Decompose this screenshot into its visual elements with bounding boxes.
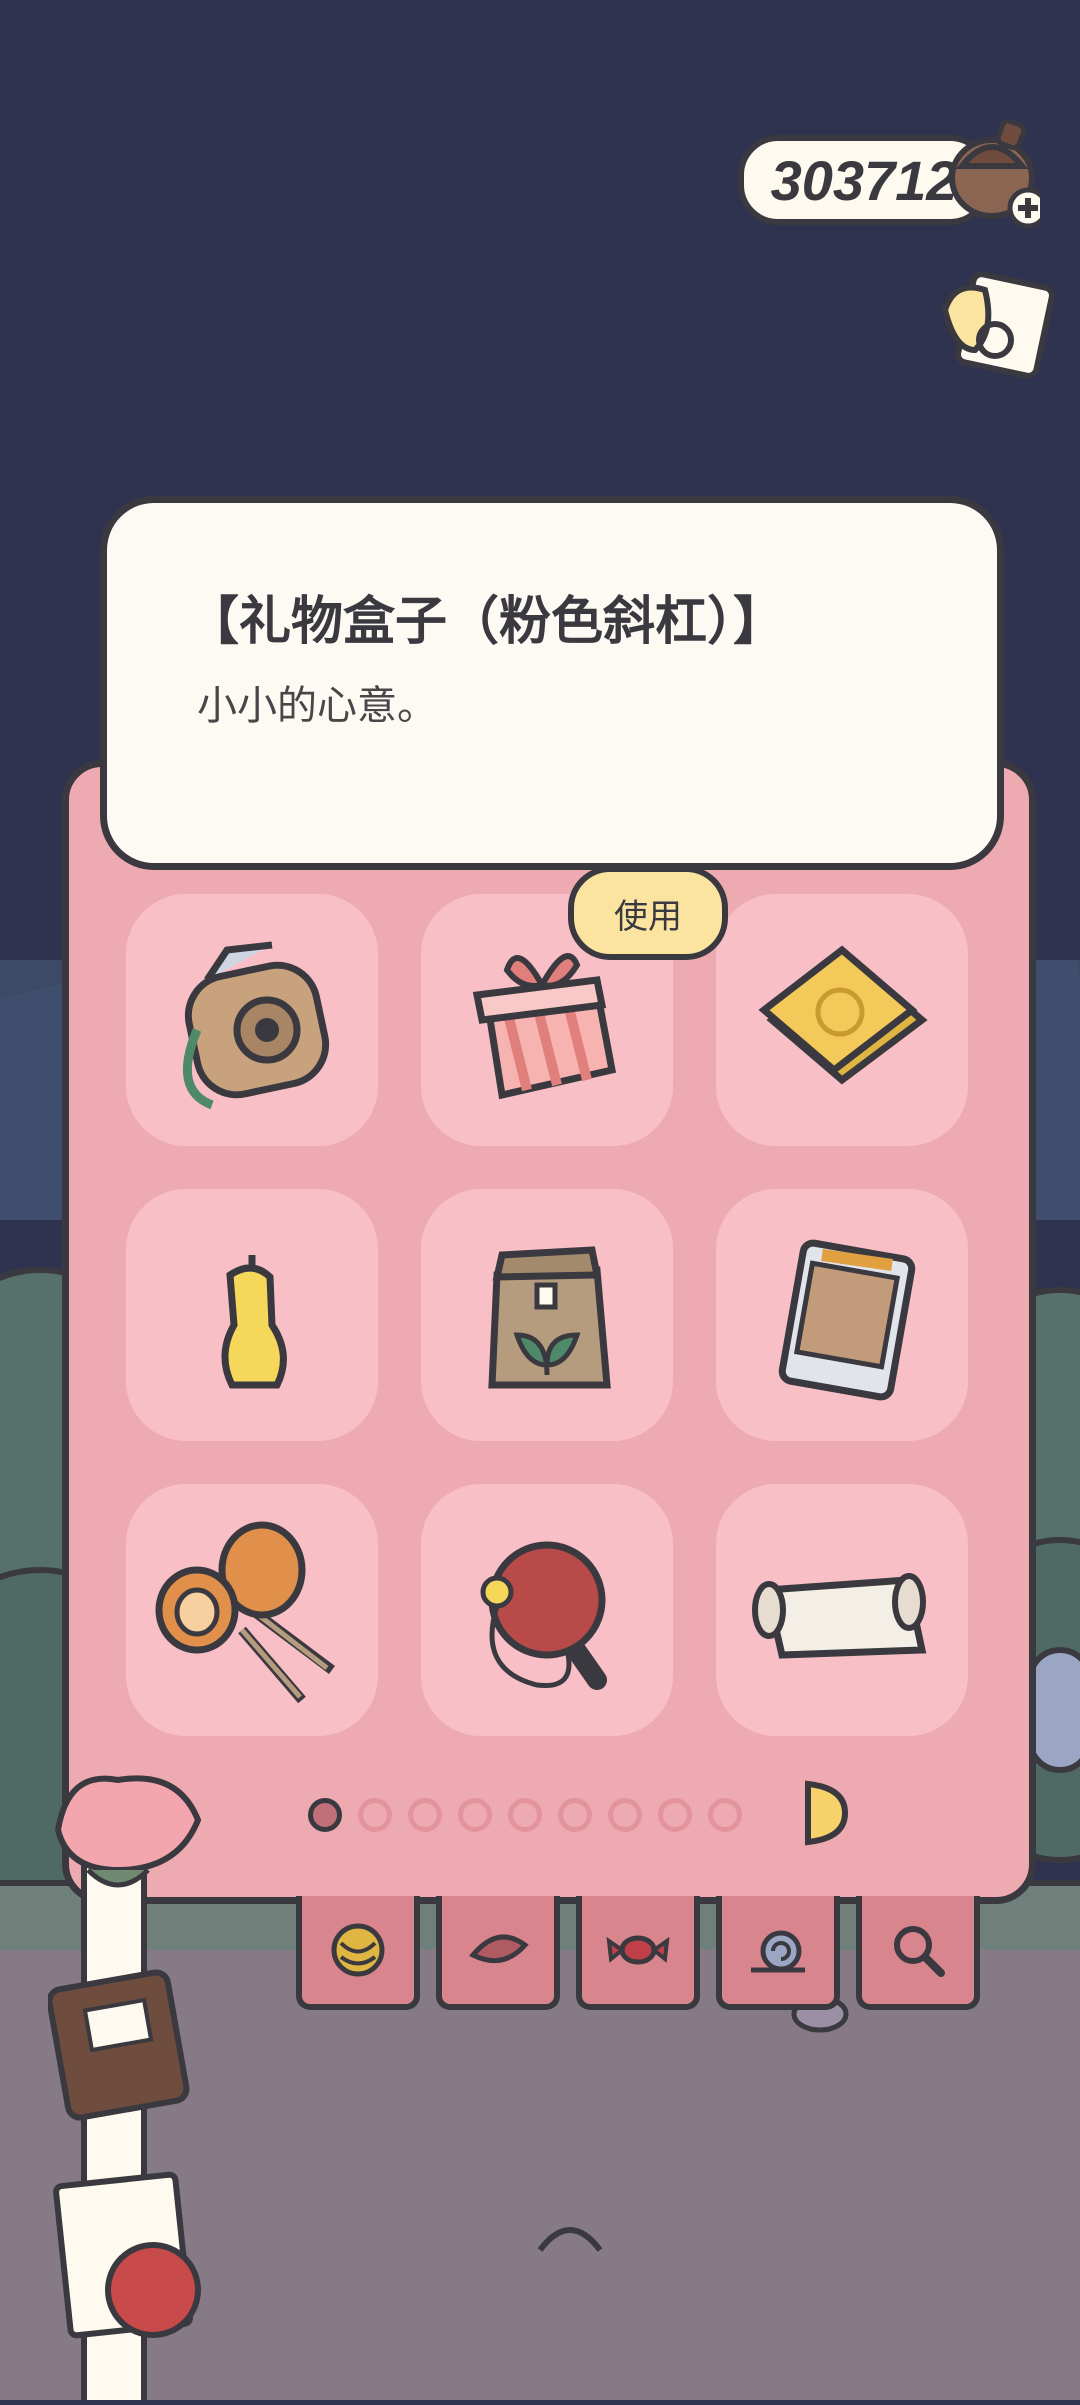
tab-yarn[interactable] [296, 1896, 420, 2010]
page-dot[interactable] [458, 1798, 492, 1832]
item-slot-camera[interactable] [126, 894, 378, 1146]
leaf-icon [469, 1934, 529, 1964]
magnifier-icon [894, 1926, 945, 1977]
yarn-icon [331, 1923, 385, 1977]
next-page-button[interactable] [800, 1778, 850, 1848]
page-dot[interactable] [508, 1798, 542, 1832]
maracas-icon [155, 1521, 335, 1704]
item-tooltip: 【礼物盒子（粉色斜杠）】 小小的心意。 [100, 496, 1004, 870]
tab-snail[interactable] [716, 1896, 840, 2010]
scroll-icon [752, 1573, 927, 1659]
item-title: 【礼物盒子（粉色斜杠）】 [187, 593, 786, 651]
flower-icon [54, 1775, 202, 1874]
tab-candy[interactable] [576, 1896, 700, 2010]
envelope-icon [758, 945, 928, 1085]
page-dot[interactable] [608, 1798, 642, 1832]
item-slot-paper-roll[interactable] [716, 1484, 968, 1736]
tab-magnifier[interactable] [856, 1896, 980, 2010]
page-dot[interactable] [408, 1798, 442, 1832]
photo-album-icon [778, 1239, 916, 1401]
paddle-icon [480, 1541, 607, 1690]
item-slot-candle[interactable] [126, 1189, 378, 1441]
candy-icon [606, 1935, 670, 1965]
item-slot-ping-pong[interactable] [421, 1484, 673, 1736]
page-dot[interactable] [558, 1798, 592, 1832]
page-indicator [308, 1790, 742, 1840]
snail-icon [751, 1930, 805, 1973]
use-item-button[interactable]: 使用 [568, 866, 728, 960]
page-dot[interactable] [708, 1798, 742, 1832]
item-slot-maracas[interactable] [126, 1484, 378, 1736]
page-dot[interactable] [658, 1798, 692, 1832]
page-dot[interactable] [308, 1798, 342, 1832]
apple-icon [105, 2242, 201, 2338]
acorn-icon[interactable] [948, 118, 1049, 229]
notes-icon[interactable] [935, 270, 1055, 380]
tab-leaf[interactable] [436, 1896, 560, 2010]
item-slot-photo-album[interactable] [716, 1189, 968, 1441]
seed-bag-icon [488, 1246, 611, 1389]
item-slot-envelope[interactable] [716, 894, 968, 1146]
item-description: 小小的心意。 [197, 684, 437, 728]
side-item-stack [46, 1770, 218, 2405]
candle-icon [221, 1255, 287, 1389]
item-slot-seed-bag[interactable] [421, 1189, 673, 1441]
camera-icon [182, 941, 330, 1110]
page-dot[interactable] [358, 1798, 392, 1832]
